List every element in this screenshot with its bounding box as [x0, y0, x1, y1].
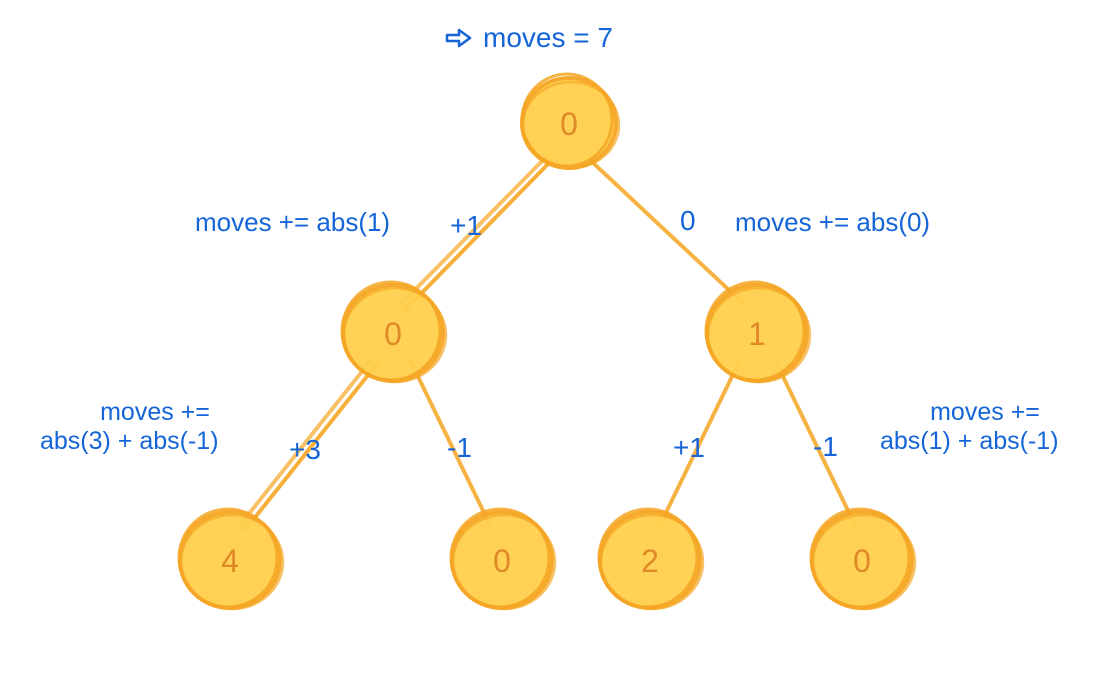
- tree-nodes: 0 0 1 4 0: [179, 74, 915, 609]
- node-right-value: 1: [748, 316, 766, 352]
- node-leaf4: 0: [811, 509, 915, 609]
- node-leaf1-value: 4: [221, 543, 239, 579]
- node-leaf4-value: 0: [853, 543, 871, 579]
- node-leaf3: 2: [599, 509, 703, 609]
- annotation-right-children: moves += abs(1) + abs(-1): [880, 398, 1090, 456]
- annotation-left-children-line1: moves +=: [40, 398, 270, 427]
- node-left-value: 0: [384, 316, 402, 352]
- edge-label-right-leaf3: +1: [673, 432, 705, 464]
- annotation-left-children: moves += abs(3) + abs(-1): [40, 398, 270, 456]
- node-leaf1: 4: [179, 509, 283, 609]
- edge-label-left-leaf2: -1: [447, 432, 472, 464]
- node-leaf2: 0: [451, 509, 555, 609]
- edge-label-right-leaf4: -1: [813, 431, 838, 463]
- tree-diagram: 0 0 1 4 0: [0, 0, 1114, 686]
- node-leaf3-value: 2: [641, 543, 659, 579]
- node-leaf2-value: 0: [493, 543, 511, 579]
- node-right: 1: [706, 282, 810, 382]
- annotation-root-right: moves += abs(0): [735, 207, 930, 238]
- annotation-right-children-line1: moves +=: [880, 398, 1090, 427]
- title-row: moves = 7: [445, 22, 613, 54]
- annotation-right-children-line2: abs(1) + abs(-1): [880, 427, 1090, 456]
- arrow-right-icon: [445, 26, 473, 50]
- node-root-value: 0: [560, 106, 578, 142]
- edge-label-left-leaf1: +3: [289, 434, 321, 466]
- edge-label-root-left: +1: [450, 210, 482, 242]
- annotation-left-children-line2: abs(3) + abs(-1): [40, 427, 270, 456]
- node-root: 0: [522, 74, 619, 168]
- annotation-root-left: moves += abs(1): [195, 207, 390, 238]
- node-left: 0: [342, 282, 446, 382]
- title-text: moves = 7: [483, 22, 613, 54]
- edge-label-root-right: 0: [680, 205, 696, 237]
